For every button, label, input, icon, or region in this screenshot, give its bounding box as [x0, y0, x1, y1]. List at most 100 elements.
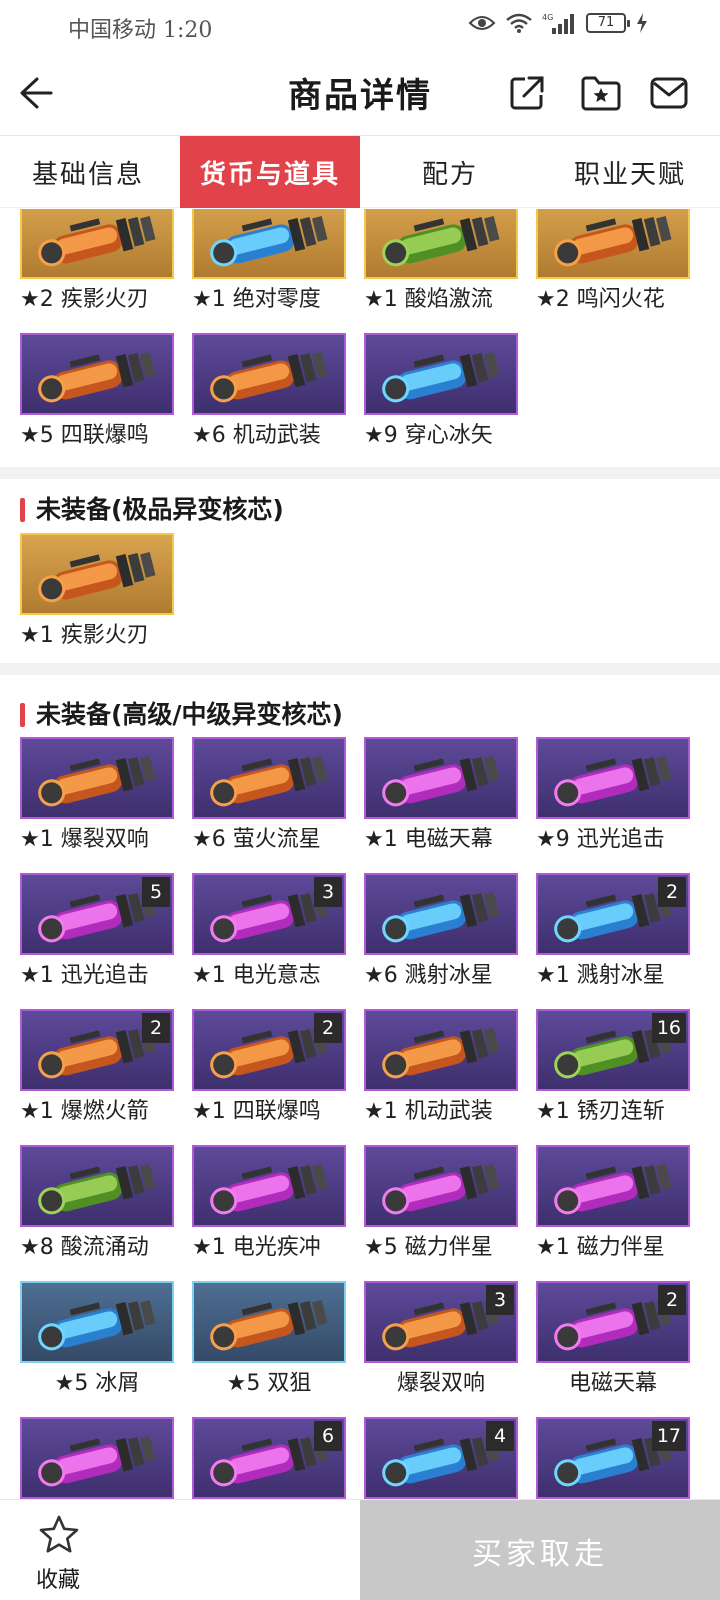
core-item[interactable] [20, 1417, 174, 1499]
core-item[interactable]: ★2 疾影火刃 [20, 209, 174, 319]
core-thumbnail: 17 [536, 1417, 690, 1499]
core-item[interactable]: 2 ★1 爆燃火箭 [20, 1009, 174, 1131]
core-item[interactable]: ★6 机动武装 [192, 333, 346, 455]
core-item[interactable]: ★9 穿心冰矢 [364, 333, 518, 455]
core-thumbnail: 16 [536, 1009, 690, 1091]
core-item[interactable]: ★1 爆裂双响 [20, 737, 174, 859]
quantity-badge: 6 [314, 1421, 342, 1451]
core-label: ★1 电光意志 [192, 963, 321, 988]
core-capsule-icon [210, 216, 328, 267]
core-label: ★1 四联爆鸣 [192, 1099, 321, 1124]
message-button[interactable] [646, 70, 692, 116]
core-item[interactable]: ★5 冰屑 [20, 1281, 174, 1403]
core-label: ★1 电磁天幕 [364, 827, 493, 852]
core-thumbnail [192, 1145, 346, 1227]
core-capsule-icon [382, 756, 500, 807]
core-item[interactable]: ★1 磁力伴星 [536, 1145, 690, 1267]
core-label: ★5 磁力伴星 [364, 1235, 493, 1260]
core-thumbnail [364, 737, 518, 819]
bottom-action-bar: 收藏 买家取走 [0, 1499, 720, 1600]
core-capsule-icon [210, 1300, 328, 1351]
core-item[interactable]: ★1 酸焰激流 [364, 209, 518, 319]
tab-currency-items[interactable]: 货币与道具 [180, 136, 360, 208]
core-label: 爆裂双响 [396, 1371, 485, 1396]
core-capsule-icon [38, 756, 156, 807]
core-label: ★1 溅射冰星 [536, 963, 665, 988]
core-thumbnail [364, 873, 518, 955]
core-thumbnail [20, 1281, 174, 1363]
core-item[interactable]: ★1 疾影火刃 [20, 533, 174, 655]
core-label: ★1 绝对零度 [192, 287, 321, 312]
core-thumbnail [20, 333, 174, 415]
favorite-button[interactable]: 收藏 [0, 1500, 120, 1600]
tab-recipes[interactable]: 配方 [360, 136, 540, 208]
quantity-badge: 5 [142, 877, 170, 907]
core-thumbnail [364, 333, 518, 415]
app-header: 商品详情 [0, 50, 720, 136]
core-item[interactable]: 4 [364, 1417, 518, 1499]
core-capsule-icon [382, 216, 500, 267]
core-item[interactable]: 5 ★1 迅光追击 [20, 873, 174, 995]
eye-icon [468, 16, 496, 30]
item-list-scroll[interactable]: ★2 疾影火刃 ★1 绝对零度 ★1 酸焰激流 ★2 鸣闪火花 ★5 四联爆鸣 … [0, 209, 720, 1499]
core-label: ★6 机动武装 [192, 423, 321, 448]
core-label: ★6 萤火流星 [192, 827, 321, 852]
quantity-badge: 2 [142, 1013, 170, 1043]
core-item[interactable]: ★5 双狙 [192, 1281, 346, 1403]
core-capsule-icon [210, 1164, 328, 1215]
core-label: ★2 疾影火刃 [20, 287, 149, 312]
core-capsule-icon [554, 1164, 672, 1215]
core-item[interactable]: ★1 绝对零度 [192, 209, 346, 319]
core-item[interactable]: ★2 鸣闪火花 [536, 209, 690, 319]
core-item[interactable]: ★9 迅光追击 [536, 737, 690, 859]
core-label: ★1 磁力伴星 [536, 1235, 665, 1260]
core-item[interactable]: ★6 萤火流星 [192, 737, 346, 859]
core-item[interactable]: ★5 磁力伴星 [364, 1145, 518, 1267]
section-title-premium: 未装备(极品异变核芯) [20, 495, 284, 525]
folder-star-icon [581, 76, 621, 111]
core-thumbnail: 4 [364, 1417, 518, 1499]
core-item[interactable]: ★1 电光疾冲 [192, 1145, 346, 1267]
core-label: ★1 迅光追击 [20, 963, 149, 988]
core-item[interactable]: ★6 溅射冰星 [364, 873, 518, 995]
core-thumbnail [20, 1417, 174, 1499]
quantity-badge: 3 [486, 1285, 514, 1315]
core-item[interactable]: 16 ★1 锈刃连斩 [536, 1009, 690, 1131]
core-item[interactable]: 3 爆裂双响 [364, 1281, 518, 1403]
core-thumbnail: 5 [20, 873, 174, 955]
battery-icon: 71 [586, 13, 630, 33]
core-label: ★1 机动武装 [364, 1099, 493, 1124]
core-item[interactable]: 2 电磁天幕 [536, 1281, 690, 1403]
core-thumbnail: 3 [192, 873, 346, 955]
tab-basic-info[interactable]: 基础信息 [0, 136, 180, 208]
core-label: ★9 穿心冰矢 [364, 423, 493, 448]
core-item[interactable]: 2 ★1 四联爆鸣 [192, 1009, 346, 1131]
core-label: ★1 酸焰激流 [364, 287, 493, 312]
core-item[interactable]: 3 ★1 电光意志 [192, 873, 346, 995]
core-thumbnail [536, 737, 690, 819]
core-item[interactable]: 2 ★1 溅射冰星 [536, 873, 690, 995]
core-thumbnail [192, 737, 346, 819]
core-capsule-icon [38, 216, 156, 267]
core-capsule-icon [38, 1300, 156, 1351]
tab-talents[interactable]: 职业天赋 [540, 136, 720, 208]
core-item[interactable]: ★8 酸流涌动 [20, 1145, 174, 1267]
quantity-badge: 2 [658, 1285, 686, 1315]
core-item[interactable]: ★5 四联爆鸣 [20, 333, 174, 455]
svg-text:4G: 4G [542, 13, 553, 22]
core-item[interactable]: ★1 机动武装 [364, 1009, 518, 1131]
collect-folder-button[interactable] [578, 70, 624, 116]
core-item[interactable]: 6 [192, 1417, 346, 1499]
core-capsule-icon [38, 552, 156, 603]
core-thumbnail: 2 [536, 1281, 690, 1363]
quantity-badge: 4 [486, 1421, 514, 1451]
core-item[interactable]: ★1 电磁天幕 [364, 737, 518, 859]
core-thumbnail [20, 737, 174, 819]
share-button[interactable] [504, 70, 550, 116]
core-thumbnail [20, 1145, 174, 1227]
buyer-pickup-button[interactable]: 买家取走 [360, 1500, 720, 1600]
section-divider [0, 467, 720, 479]
core-item[interactable]: 17 [536, 1417, 690, 1499]
core-capsule-icon [554, 216, 672, 267]
charging-icon [637, 13, 647, 33]
